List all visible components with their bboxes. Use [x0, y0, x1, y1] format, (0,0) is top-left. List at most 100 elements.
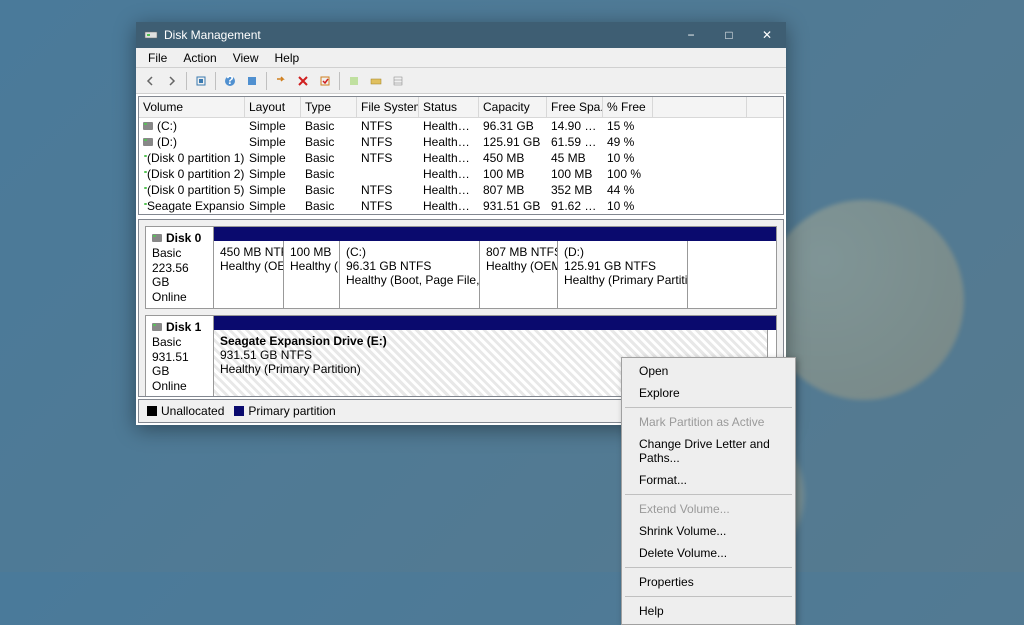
volume-fs: NTFS — [357, 182, 419, 198]
column-capacity[interactable]: Capacity — [479, 97, 547, 117]
help-button[interactable]: ? — [220, 71, 240, 91]
volume-status: Healthy (P... — [419, 198, 479, 214]
disk-label[interactable]: Disk 0 Basic 223.56 GB Online — [146, 227, 214, 308]
volume-row[interactable]: (Disk 0 partition 2) Simple Basic Health… — [139, 166, 783, 182]
context-menu-item[interactable]: Properties — [623, 571, 794, 593]
context-menu-item[interactable]: Open — [623, 360, 794, 382]
disk-row: Disk 0 Basic 223.56 GB Online 450 MB NTF… — [145, 226, 777, 309]
volume-capacity: 100 MB — [479, 166, 547, 182]
partition-title: (C:) — [346, 245, 473, 259]
volume-type: Basic — [301, 118, 357, 134]
volume-row[interactable]: Seagate Expansion... Simple Basic NTFS H… — [139, 198, 783, 214]
context-menu-item[interactable]: Delete Volume... — [623, 542, 794, 564]
context-menu-separator — [625, 494, 792, 495]
context-menu-item: Mark Partition as Active — [623, 411, 794, 433]
volume-pctfree: 44 % — [603, 182, 653, 198]
volume-capacity: 450 MB — [479, 150, 547, 166]
context-menu-separator — [625, 596, 792, 597]
column-pctfree[interactable]: % Free — [603, 97, 653, 117]
back-button[interactable] — [140, 71, 160, 91]
volume-row[interactable]: (C:) Simple Basic NTFS Healthy (B... 96.… — [139, 118, 783, 134]
disk-header-bar — [214, 227, 776, 241]
app-icon — [144, 28, 158, 42]
partition[interactable]: 450 MB NTFS Healthy (OEM P — [214, 241, 284, 308]
menubar: File Action View Help — [136, 48, 786, 68]
volume-type: Basic — [301, 134, 357, 150]
column-layout[interactable]: Layout — [245, 97, 301, 117]
toolbar-separator — [339, 72, 340, 90]
maximize-button[interactable]: □ — [710, 22, 748, 48]
partition-status: Healthy (OEM Pa — [486, 259, 551, 273]
volume-status: Healthy (... — [419, 182, 479, 198]
disk-icon — [152, 234, 162, 242]
disk-size: 931.51 GB — [152, 350, 207, 378]
column-status[interactable]: Status — [419, 97, 479, 117]
list-button[interactable] — [388, 71, 408, 91]
menu-file[interactable]: File — [140, 49, 175, 67]
legend-primary-label: Primary partition — [248, 404, 335, 418]
forward-button[interactable] — [162, 71, 182, 91]
column-volume[interactable]: Volume — [139, 97, 245, 117]
new-button[interactable] — [344, 71, 364, 91]
titlebar[interactable]: Disk Management − □ ✕ — [136, 22, 786, 48]
disk-header-bar — [214, 316, 776, 330]
volume-status: Healthy (E... — [419, 166, 479, 182]
volume-list-header: Volume Layout Type File System Status Ca… — [139, 97, 783, 118]
partition[interactable]: 100 MB Healthy (E — [284, 241, 340, 308]
volume-row[interactable]: (Disk 0 partition 1) Simple Basic NTFS H… — [139, 150, 783, 166]
context-menu-item[interactable]: Change Drive Letter and Paths... — [623, 433, 794, 469]
volume-layout: Simple — [245, 198, 301, 214]
column-type[interactable]: Type — [301, 97, 357, 117]
volume-pctfree: 10 % — [603, 150, 653, 166]
refresh-button[interactable] — [191, 71, 211, 91]
volume-layout: Simple — [245, 118, 301, 134]
action-button[interactable] — [271, 71, 291, 91]
apply-button[interactable] — [315, 71, 335, 91]
volume-row[interactable]: (D:) Simple Basic NTFS Healthy (P... 125… — [139, 134, 783, 150]
context-menu-item[interactable]: Help — [623, 600, 794, 622]
toolbar: ? — [136, 68, 786, 94]
column-free[interactable]: Free Spa... — [547, 97, 603, 117]
context-menu-item[interactable]: Format... — [623, 469, 794, 491]
partition-status: Healthy (Primary Partition) — [564, 273, 681, 287]
volume-pctfree: 15 % — [603, 118, 653, 134]
delete-button[interactable] — [293, 71, 313, 91]
volume-layout: Simple — [245, 166, 301, 182]
volume-free: 61.59 GB — [547, 134, 603, 150]
column-spacer[interactable] — [653, 97, 747, 117]
volume-pctfree: 49 % — [603, 134, 653, 150]
menu-view[interactable]: View — [225, 49, 267, 67]
volume-capacity: 125.91 GB — [479, 134, 547, 150]
volume-row[interactable]: (Disk 0 partition 5) Simple Basic NTFS H… — [139, 182, 783, 198]
menu-action[interactable]: Action — [175, 49, 224, 67]
partition[interactable]: (D:) 125.91 GB NTFS Healthy (Primary Par… — [558, 241, 688, 308]
partition-title: Seagate Expansion Drive (E:) — [220, 334, 761, 348]
settings-button[interactable] — [242, 71, 262, 91]
disk-name: Disk 0 — [166, 231, 201, 245]
disk-state: Online — [152, 379, 207, 393]
context-menu-separator — [625, 407, 792, 408]
disk-label[interactable]: Disk 1 Basic 931.51 GB Online — [146, 316, 214, 397]
minimize-button[interactable]: − — [672, 22, 710, 48]
volume-name: (Disk 0 partition 1) — [147, 151, 244, 165]
volume-pctfree: 10 % — [603, 198, 653, 214]
menu-help[interactable]: Help — [267, 49, 308, 67]
volume-name: (Disk 0 partition 5) — [147, 183, 244, 197]
partition[interactable]: 807 MB NTFS Healthy (OEM Pa — [480, 241, 558, 308]
disk-state: Online — [152, 290, 207, 304]
toolbar-separator — [266, 72, 267, 90]
volume-free: 352 MB — [547, 182, 603, 198]
context-menu-item[interactable]: Explore — [623, 382, 794, 404]
volume-name: Seagate Expansion... — [147, 199, 245, 213]
volume-capacity: 931.51 GB — [479, 198, 547, 214]
partition[interactable]: (C:) 96.31 GB NTFS Healthy (Boot, Page F… — [340, 241, 480, 308]
drive-button[interactable] — [366, 71, 386, 91]
context-menu-item[interactable]: Shrink Volume... — [623, 520, 794, 542]
disk-size: 223.56 GB — [152, 261, 207, 289]
volume-type: Basic — [301, 198, 357, 214]
column-filesystem[interactable]: File System — [357, 97, 419, 117]
close-button[interactable]: ✕ — [748, 22, 786, 48]
volume-fs: NTFS — [357, 198, 419, 214]
volume-name: (C:) — [157, 119, 177, 133]
volume-free: 100 MB — [547, 166, 603, 182]
